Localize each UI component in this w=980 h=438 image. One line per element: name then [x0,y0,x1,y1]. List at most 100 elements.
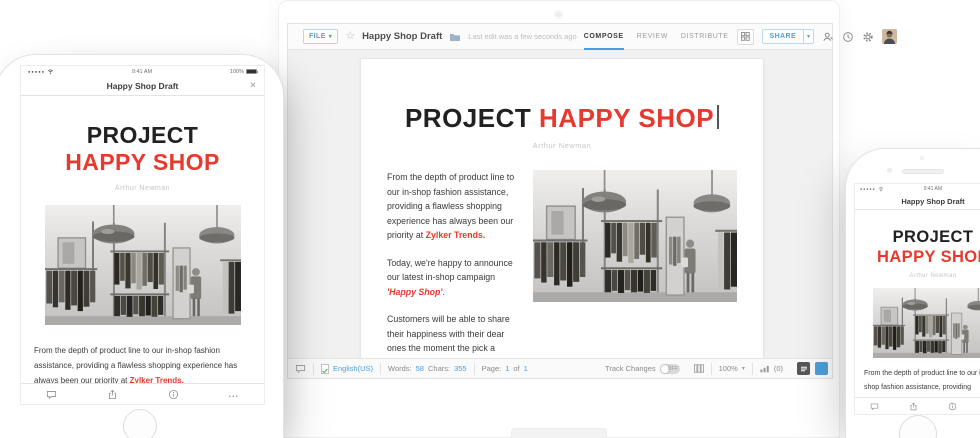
toolbar-right-group: COMPOSE REVIEW DISTRIBUTE SHARE [584,24,897,50]
more-options-icon[interactable]: ... [229,390,240,399]
signal-dots: ●●●●● [860,187,876,191]
author-byline: Arthur Newman [361,141,763,150]
monitor-camera [554,10,563,19]
words-value: 58 [416,364,424,373]
toggle-state: OFF [668,366,678,372]
file-menu-label: FILE [309,33,326,40]
chars-value: 355 [454,364,467,373]
collaborators-icon[interactable] [822,31,834,43]
paragraph-3: Customers will be able to share their ha… [387,312,525,358]
file-menu-button[interactable]: FILE ▾ [303,29,338,44]
happy-shop-highlight: 'Happy Shop' [387,287,443,297]
tab-review[interactable]: REVIEW [637,24,668,50]
share-button-label: SHARE [763,30,804,43]
zoom-control[interactable]: 100% ▾ [712,363,753,375]
comments-icon[interactable] [870,402,879,411]
phone-body-text[interactable]: From the depth of product line to our in… [864,367,980,394]
monitor-stand [511,428,607,437]
document-title: Happy Shop Draft [362,31,442,42]
share-icon[interactable] [909,402,918,411]
share-button[interactable]: SHARE ▾ [762,29,815,44]
zylker-trends-highlight: Zylker Trends. [426,230,486,240]
page-view-button[interactable] [797,362,810,375]
store-photo[interactable] [873,288,980,358]
phone-camera [887,168,892,173]
battery-percent: 100% [230,69,244,75]
comments-count[interactable]: (0) [753,363,790,375]
screenshot-stage: FILE ▾ ☆ Happy Shop Draft Last edit was … [0,0,980,438]
page-indicator: Page: 1 of 1 [475,363,535,375]
web-view-button[interactable] [815,362,828,375]
page-title: PROJECT HAPPY SHOP [361,103,763,134]
zoom-value: 100% [719,364,738,373]
clock-time: 9:41 AM [132,69,152,75]
share-icon[interactable] [107,389,118,400]
last-edit-status: Last edit was a few seconds ago [468,32,576,41]
title-red: HAPPY SHOP [21,149,264,176]
phone-bottom-toolbar: ... [855,397,980,414]
store-photo[interactable] [533,170,737,302]
info-icon[interactable] [168,389,179,400]
info-icon[interactable] [948,402,957,411]
title-black: PROJECT [405,103,531,133]
title-red: HAPPY SHOP [855,247,980,267]
phone-nav-bar: Happy Shop Draft × [855,194,980,210]
share-dropdown-caret[interactable]: ▾ [803,30,813,43]
language-selector[interactable]: English(US) [314,363,381,375]
writer-app-window: FILE ▾ ☆ Happy Shop Draft Last edit was … [287,23,833,379]
phone-screen: ●●●●● 9:41 AM 100% Happy Shop Draft × PR… [854,183,980,415]
favorite-star-icon[interactable]: ☆ [345,31,355,42]
phone-speaker [902,169,944,174]
word-char-count[interactable]: Words: 58 Chars: 355 [381,363,475,375]
track-changes-control[interactable]: Track Changes OFF [598,363,687,375]
tablet-screen: ●●●●● 9:41 AM 100% Happy Shop Draft × PR… [20,65,265,405]
templates-grid-icon[interactable] [737,29,754,45]
top-toolbar: FILE ▾ ☆ Happy Shop Draft Last edit was … [288,24,832,50]
phone-device: ●●●●● 9:41 AM 100% Happy Shop Draft × PR… [845,148,980,438]
view-mode-buttons [790,363,832,375]
comments-panel-button[interactable] [288,363,314,375]
chevron-down-icon: ▾ [329,33,332,40]
author-byline: Arthur Newman [855,273,980,279]
tablet-nav-bar: Happy Shop Draft × [21,77,264,96]
phone-sensor-dot [920,156,924,160]
paragraph-2: Today, we're happy to announce our lates… [387,256,525,300]
document-canvas: PROJECT HAPPY SHOP Arthur Newman From th… [288,50,832,358]
content-columns: From the depth of product line to our in… [361,170,763,358]
comments-icon[interactable] [46,389,57,400]
text-cursor [717,105,719,129]
tablet-doc-title: Happy Shop Draft [107,81,179,91]
battery-icon [246,69,257,74]
signal-dots: ●●●●● [28,69,45,74]
home-button[interactable] [123,409,157,438]
phone-doc-title: Happy Shop Draft [901,197,964,206]
settings-gear-icon[interactable] [862,31,874,43]
tablet-status-bar: ●●●●● 9:41 AM 100% [21,66,264,77]
folder-icon[interactable] [449,32,461,42]
pages-value: 1 [524,364,528,373]
language-label: English(US) [333,364,373,373]
tablet-page-title: PROJECT HAPPY SHOP [21,122,264,176]
store-photo[interactable] [45,205,241,325]
tab-distribute[interactable]: DISTRIBUTE [681,24,729,50]
phone-status-bar: ●●●●● 9:41 AM 100% [855,184,980,194]
desktop-monitor: FILE ▾ ☆ Happy Shop Draft Last edit was … [278,0,840,438]
view-columns-button[interactable] [687,363,712,375]
track-changes-toggle[interactable]: OFF [660,364,680,374]
clock-time: 9:41 AM [924,186,942,192]
author-byline: Arthur Newman [21,185,264,192]
status-bar: English(US) Words: 58 Chars: 355 Page: 1… [288,358,832,378]
history-clock-icon[interactable] [842,31,854,43]
mode-tabs: COMPOSE REVIEW DISTRIBUTE [584,24,729,50]
paragraph-1: From the depth of product line to our in… [387,170,525,243]
tab-compose[interactable]: COMPOSE [584,24,624,50]
statusbar-right-group: Track Changes OFF [598,363,832,375]
tablet-body-text[interactable]: From the depth of product line to our in… [34,343,251,388]
page-value: 1 [505,364,509,373]
document-page[interactable]: PROJECT HAPPY SHOP Arthur Newman From th… [360,58,764,358]
home-button[interactable] [899,415,937,438]
tablet-bottom-toolbar: ... [21,383,264,404]
close-icon[interactable]: × [250,81,256,92]
body-text-column[interactable]: From the depth of product line to our in… [387,170,525,358]
user-avatar[interactable] [882,29,897,44]
